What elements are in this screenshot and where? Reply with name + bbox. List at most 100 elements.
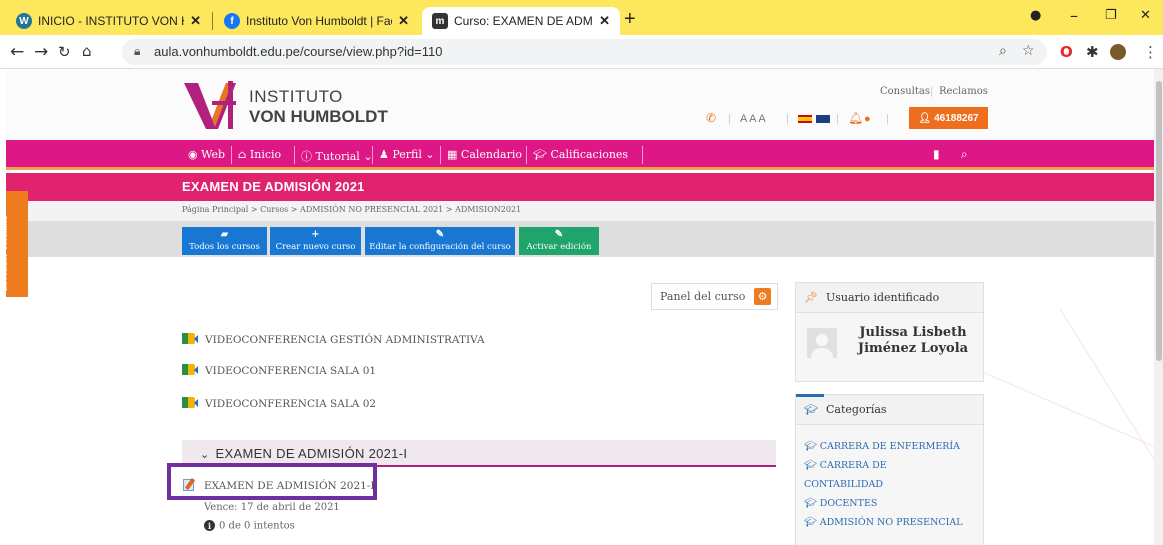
category-item[interactable]: 🎓︎ CARRERA DE ENFERMERÍA (804, 437, 983, 456)
site-header: INSTITUTO VON HUMBOLDT Consultas | Recla… (6, 69, 1154, 140)
calendar-icon: ▦ (447, 148, 458, 161)
user-name[interactable]: Julissa Lisbeth Jiménez Loyola (843, 325, 983, 357)
nav-calificaciones-label: Calificaciones (550, 148, 629, 161)
new-course-button[interactable]: + Crear nuevo curso (270, 227, 361, 255)
info-icon: i (204, 520, 215, 531)
extensions-icon[interactable]: ✱ (1086, 43, 1099, 61)
nav-web[interactable]: ◉ Web (188, 148, 225, 161)
browser-tab-strip: W INICIO - INSTITUTO VON HUMBO ✕ f Insti… (0, 0, 1163, 35)
enable-editing-button[interactable]: ✎ Activar edición (519, 227, 599, 255)
forward-icon[interactable]: → (34, 42, 48, 62)
divider: | (836, 113, 839, 125)
opera-extension-icon[interactable]: O (1060, 43, 1073, 61)
font-size-control[interactable]: A A A (740, 113, 766, 125)
browser-tab-curso[interactable]: m Curso: EXAMEN DE ADMISIÓN 2 ✕ (422, 7, 620, 35)
zoom-icon[interactable]: ⌕ (999, 43, 1007, 59)
course-panel-label: Panel del curso (660, 290, 746, 303)
book-icon: ▰ (220, 229, 229, 240)
hide-columns-tab[interactable]: Esconder columna (0, 191, 28, 297)
close-icon[interactable]: ✕ (599, 13, 610, 29)
browser-tab-facebook[interactable]: f Instituto Von Humboldt | Facebo ✕ (214, 7, 419, 35)
nav-divider (372, 146, 373, 164)
nav-calendario[interactable]: ▦ Calendario (447, 148, 522, 161)
close-window-button[interactable]: ✕ (1140, 8, 1151, 23)
graduation-cap-icon: 🎓︎ (804, 517, 817, 528)
home-icon[interactable]: ⌂ (82, 42, 92, 60)
activity-videoconference[interactable]: VIDEOCONFERENCIA SALA 02 (182, 397, 376, 410)
close-icon[interactable]: ✕ (190, 13, 201, 29)
nav-divider (440, 146, 441, 164)
profile-icon[interactable]: ● (1030, 8, 1041, 23)
chevron-down-icon: ⌄ (200, 449, 210, 461)
google-meet-icon (182, 333, 198, 344)
divider: | (930, 86, 934, 97)
user-block-title: Usuario identificado (826, 291, 940, 304)
tab-title: INICIO - INSTITUTO VON HUMBO (38, 14, 184, 28)
search-icon[interactable]: ⌕ (961, 147, 968, 162)
bookmark-star-icon[interactable]: ☆ (1022, 43, 1035, 59)
hide-columns-label: Esconder columna (0, 215, 9, 291)
moodle-icon: m (432, 13, 448, 29)
new-tab-button[interactable]: + (624, 8, 636, 31)
all-courses-button[interactable]: ▰ Todos los cursos (182, 227, 267, 255)
nav-perfil[interactable]: ♟ Perfil ⌄ (379, 148, 435, 161)
bookmark-icon[interactable]: ▮ (933, 147, 940, 161)
activity-videoconference[interactable]: VIDEOCONFERENCIA GESTIÓN ADMINISTRATIVA (182, 333, 485, 346)
tab-divider (212, 12, 213, 30)
restore-button[interactable]: ❐ (1105, 8, 1117, 23)
minimize-button[interactable]: – (1070, 6, 1078, 25)
spanish-flag-icon[interactable] (798, 115, 812, 123)
gear-icon: ⚙ (754, 288, 771, 305)
nav-web-label: Web (201, 148, 226, 161)
graduation-cap-icon: 🎓︎ (804, 403, 818, 416)
course-panel-button[interactable]: Panel del curso ⚙ (651, 283, 778, 310)
phone-icon[interactable]: ✆ (706, 111, 716, 125)
nav-inicio[interactable]: ⌂ Inicio (238, 148, 281, 161)
course-actions: ▰ Todos los cursos + Crear nuevo curso ✎… (6, 221, 1154, 257)
graduation-cap-icon: 🎓︎ (533, 148, 547, 161)
category-item[interactable]: 🎓︎ CARRERA DE CONTABILIDAD (804, 456, 983, 494)
reload-icon[interactable]: ↻ (58, 43, 71, 61)
breadcrumb-text[interactable]: Página Principal > Cursos > ADMISIÓN NO … (182, 205, 521, 214)
nav-calificaciones[interactable]: 🎓︎ Calificaciones (533, 148, 628, 161)
edit-settings-button[interactable]: ✎ Editar la configuración del curso (365, 227, 515, 255)
user-menu-button[interactable]: 👤︎ 46188267 (909, 107, 988, 129)
uk-flag-icon[interactable] (816, 115, 830, 123)
consultas-link[interactable]: Consultas (880, 86, 930, 97)
categories-header: 🎓︎ Categorías (796, 394, 983, 425)
plus-icon: + (311, 229, 320, 240)
graduation-cap-icon: 🎓︎ (804, 498, 817, 509)
user-icon: 👤︎ (918, 112, 932, 124)
edit-settings-label: Editar la configuración del curso (369, 242, 511, 252)
category-label: CARRERA DE ENFERMERÍA (819, 441, 961, 452)
activity-label: VIDEOCONFERENCIA GESTIÓN ADMINISTRATIVA (205, 334, 485, 346)
back-icon[interactable]: ← (10, 42, 24, 62)
scrollbar-thumb[interactable] (1156, 81, 1162, 361)
category-item[interactable]: 🎓︎ DOCENTES (804, 494, 983, 513)
url-input[interactable]: 🔒︎ aula.vonhumboldt.edu.pe/course/view.p… (122, 39, 1047, 65)
category-label: CONTABILIDAD (804, 479, 883, 490)
close-icon[interactable]: ✕ (398, 13, 409, 29)
scrollbar[interactable] (1154, 69, 1163, 545)
quiz-due-date: Vence: 17 de abril de 2021 (204, 502, 340, 513)
reclamos-link[interactable]: Reclamos (939, 86, 988, 97)
institute-logo-icon (184, 81, 236, 129)
bell-icon[interactable]: 🔔︎ (848, 111, 863, 125)
quiz-attempts: i 0 de 0 intentos (204, 520, 295, 532)
nav-inicio-label: Inicio (249, 148, 282, 161)
quiz-activity-link[interactable]: EXAMEN DE ADMISIÓN 2021-I (183, 479, 375, 492)
brand-name-line1: INSTITUTO (249, 87, 343, 106)
course-title-bar: EXAMEN DE ADMISIÓN 2021 (6, 173, 1154, 201)
nav-divider (642, 146, 643, 164)
all-courses-label: Todos los cursos (189, 242, 260, 252)
browser-tab-inicio[interactable]: W INICIO - INSTITUTO VON HUMBO ✕ (6, 7, 211, 35)
user-id-label: 46188267 (934, 112, 979, 124)
nav-tutorial[interactable]: ⓘ Tutorial ⌄ (301, 148, 373, 164)
category-item[interactable]: 🎓︎ ADMISIÓN NO PRESENCIAL (804, 513, 983, 532)
chat-icon[interactable]: ● (864, 113, 871, 125)
quiz-title: EXAMEN DE ADMISIÓN 2021-I (204, 480, 375, 492)
nav-calendario-label: Calendario (460, 148, 522, 161)
activity-videoconference[interactable]: VIDEOCONFERENCIA SALA 01 (182, 364, 376, 377)
avatar[interactable] (1110, 44, 1126, 60)
menu-icon[interactable]: ⋮ (1143, 43, 1158, 61)
